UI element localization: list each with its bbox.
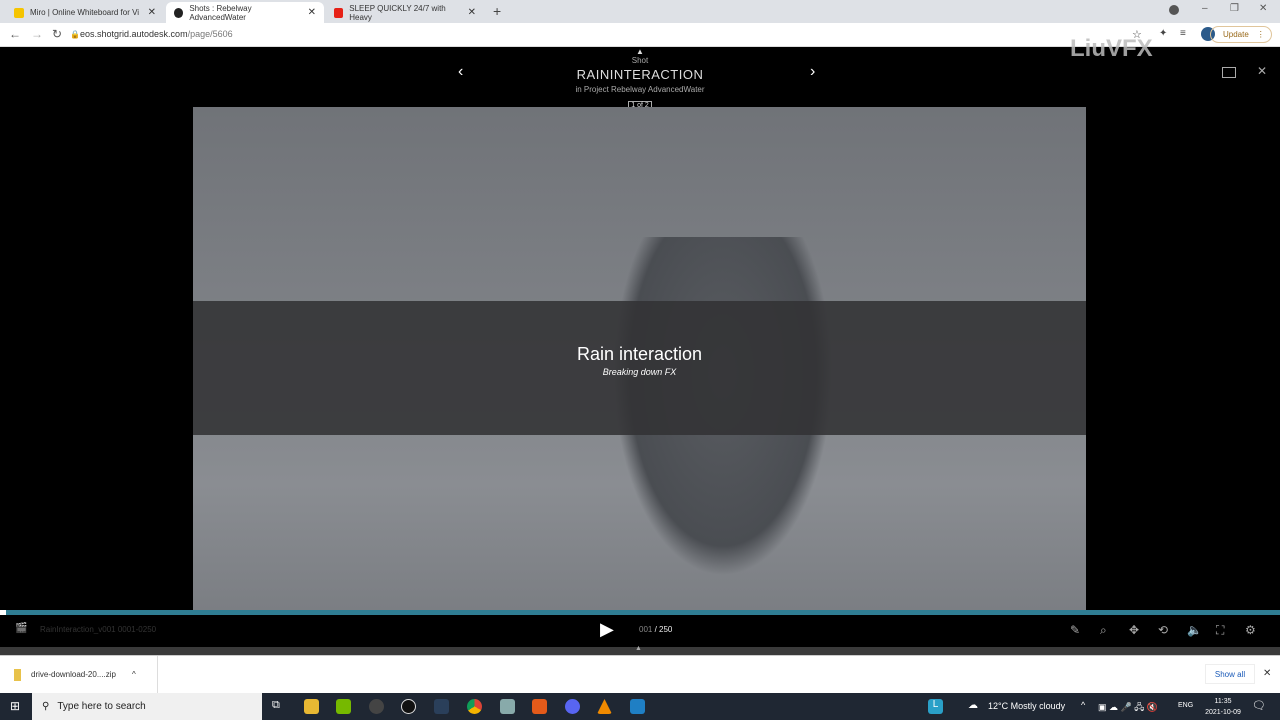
miro-icon [14, 7, 24, 18]
shot-title: RAININTERACTION [576, 67, 704, 82]
notifications-icon[interactable]: 🗨 [1252, 699, 1266, 712]
back-icon[interactable]: ← [9, 27, 21, 41]
download-shelf: drive-download-20....zip ^ Show all ✕ [0, 655, 1280, 693]
file-explorer-icon[interactable] [304, 699, 319, 714]
houdini-icon[interactable] [532, 699, 547, 714]
expand-panel-icon[interactable]: ▲ [635, 645, 642, 652]
kebab-menu-icon: ⋮ [1256, 30, 1265, 39]
windows-start-icon[interactable]: ⊞ [10, 699, 20, 713]
url-field[interactable]: eos.shotgrid.autodesk.com/page/5606 [80, 29, 233, 39]
close-viewer-icon[interactable]: ✕ [1257, 64, 1267, 78]
extensions-icon[interactable]: ✦ [1159, 28, 1167, 39]
update-label: Update [1223, 30, 1249, 39]
title-overlay: Rain interaction Breaking down FX [193, 301, 1086, 435]
url-path: /page/5606 [187, 29, 233, 39]
app-icon[interactable] [401, 699, 416, 714]
nvidia-icon[interactable] [336, 699, 351, 714]
shotgrid-icon [174, 7, 184, 18]
move-icon[interactable]: ✥ [1129, 623, 1139, 637]
time: 11:35 [1214, 698, 1232, 705]
close-tab-icon[interactable]: ✕ [148, 7, 156, 18]
overlay-title: Rain interaction [576, 344, 703, 364]
obs-icon[interactable] [369, 699, 384, 714]
playback-controls: 🎬 RainInteraction_v001 0001-0250 ▶ 001 /… [0, 615, 1280, 647]
media-viewer: ▲ Shot RAININTERACTION in Project Rebelw… [0, 35, 1280, 647]
tab-label: Miro | Online Whiteboard for Vi [30, 8, 140, 17]
reload-icon[interactable]: ↻ [52, 27, 62, 41]
tab-miro[interactable]: Miro | Online Whiteboard for Vi ✕ [6, 2, 164, 23]
play-button[interactable]: ▶ [600, 619, 614, 640]
viewer-bottom-bar: ▲ [0, 645, 1280, 655]
zip-file-icon [14, 668, 21, 681]
popout-icon[interactable] [1222, 67, 1236, 78]
language-indicator[interactable]: ENG [1178, 702, 1193, 709]
clapper-icon: 🎬 [15, 623, 28, 634]
cloud-icon: ☁ [968, 700, 978, 711]
project-subtitle: in Project Rebelway AdvancedWater [575, 85, 705, 94]
show-all-button[interactable]: Show all [1205, 664, 1255, 684]
vlc-icon[interactable] [597, 699, 612, 714]
chrome-icon[interactable] [467, 699, 482, 714]
weather-text[interactable]: 12°C Mostly cloudy [988, 701, 1065, 711]
close-tab-icon[interactable]: ✕ [468, 7, 476, 18]
volume-icon[interactable]: 🔈 [1187, 623, 1202, 637]
close-window-button[interactable]: ✕ [1259, 3, 1267, 14]
davinci-icon[interactable] [434, 699, 449, 714]
close-tab-icon[interactable]: ✕ [308, 7, 316, 18]
chevron-up-icon[interactable]: ^ [132, 670, 136, 679]
media-player-icon[interactable] [630, 699, 645, 714]
update-button[interactable]: Update ⋮ [1210, 26, 1272, 43]
pencil-icon[interactable]: ✎ [1070, 623, 1080, 637]
frame-counter: 001 / 250 [639, 625, 673, 634]
frame-current: 001 [639, 625, 653, 634]
taskbar-search[interactable]: ⚲ Type here to search [32, 693, 262, 720]
maximize-button[interactable]: ❐ [1230, 3, 1239, 14]
tab-label: Shots : Rebelway AdvancedWater [189, 3, 252, 22]
tab-shots[interactable]: Shots : Rebelway AdvancedWater ✕ [166, 2, 324, 23]
overlay-subtitle: Breaking down FX [602, 367, 677, 377]
next-icon[interactable]: › [810, 63, 815, 81]
zoom-icon[interactable]: ⌕ [1100, 623, 1107, 638]
new-tab-button[interactable]: + [493, 3, 501, 19]
search-icon: ⚲ [42, 701, 50, 712]
tab-label: SLEEP QUICKLY 24/7 with Heavy [349, 3, 446, 22]
forward-icon[interactable]: → [31, 27, 43, 41]
viewer-header: ▲ Shot RAININTERACTION in Project Rebelw… [0, 35, 1280, 110]
previous-icon[interactable]: ‹ [458, 63, 463, 81]
download-item[interactable]: drive-download-20....zip ^ [0, 656, 158, 693]
discord-icon[interactable] [565, 699, 580, 714]
taskbar: ⊞ ⚲ Type here to search ⧉ L ☁ 12°C Mostly… [0, 693, 1280, 720]
tray-chevron-icon[interactable]: ^ [1081, 700, 1085, 710]
media-control-icon[interactable]: ≡ [1180, 28, 1186, 39]
lock-icon: 🔒 [70, 30, 80, 39]
settings-gear-icon[interactable]: ⚙ [1245, 623, 1256, 637]
notes-icon[interactable] [500, 699, 515, 714]
tab-youtube[interactable]: SLEEP QUICKLY 24/7 with Heavy ✕ [326, 2, 484, 23]
fullscreen-icon[interactable]: ⛶ [1216, 623, 1224, 638]
tray-icons[interactable]: ▣ ☁ 🎤 🖧 🔇 [1098, 700, 1158, 716]
close-shelf-icon[interactable]: ✕ [1263, 668, 1271, 679]
loop-icon[interactable]: ⟲ [1158, 623, 1168, 637]
tab-strip: Miro | Online Whiteboard for Vi ✕ Shots :… [0, 0, 1280, 23]
watermark-logo: LiuVFX [1070, 35, 1153, 62]
youtube-icon [334, 7, 344, 18]
app-l-icon[interactable]: L [928, 699, 943, 714]
search-placeholder: Type here to search [57, 701, 146, 712]
minimize-button[interactable]: – [1202, 3, 1208, 14]
task-view-icon[interactable]: ⧉ [272, 699, 280, 712]
clock[interactable]: 11:35 2021-10-09 [1200, 696, 1246, 718]
profile-menu-icon[interactable] [1169, 5, 1179, 15]
date: 2021-10-09 [1205, 709, 1241, 716]
url-domain: eos.shotgrid.autodesk.com [80, 29, 188, 39]
clip-name: RainInteraction_v001 0001-0250 [40, 625, 157, 634]
video-frame[interactable]: Rain interaction Breaking down FX [193, 107, 1086, 610]
download-filename: drive-download-20....zip [31, 670, 116, 679]
frame-total: 250 [659, 625, 673, 634]
